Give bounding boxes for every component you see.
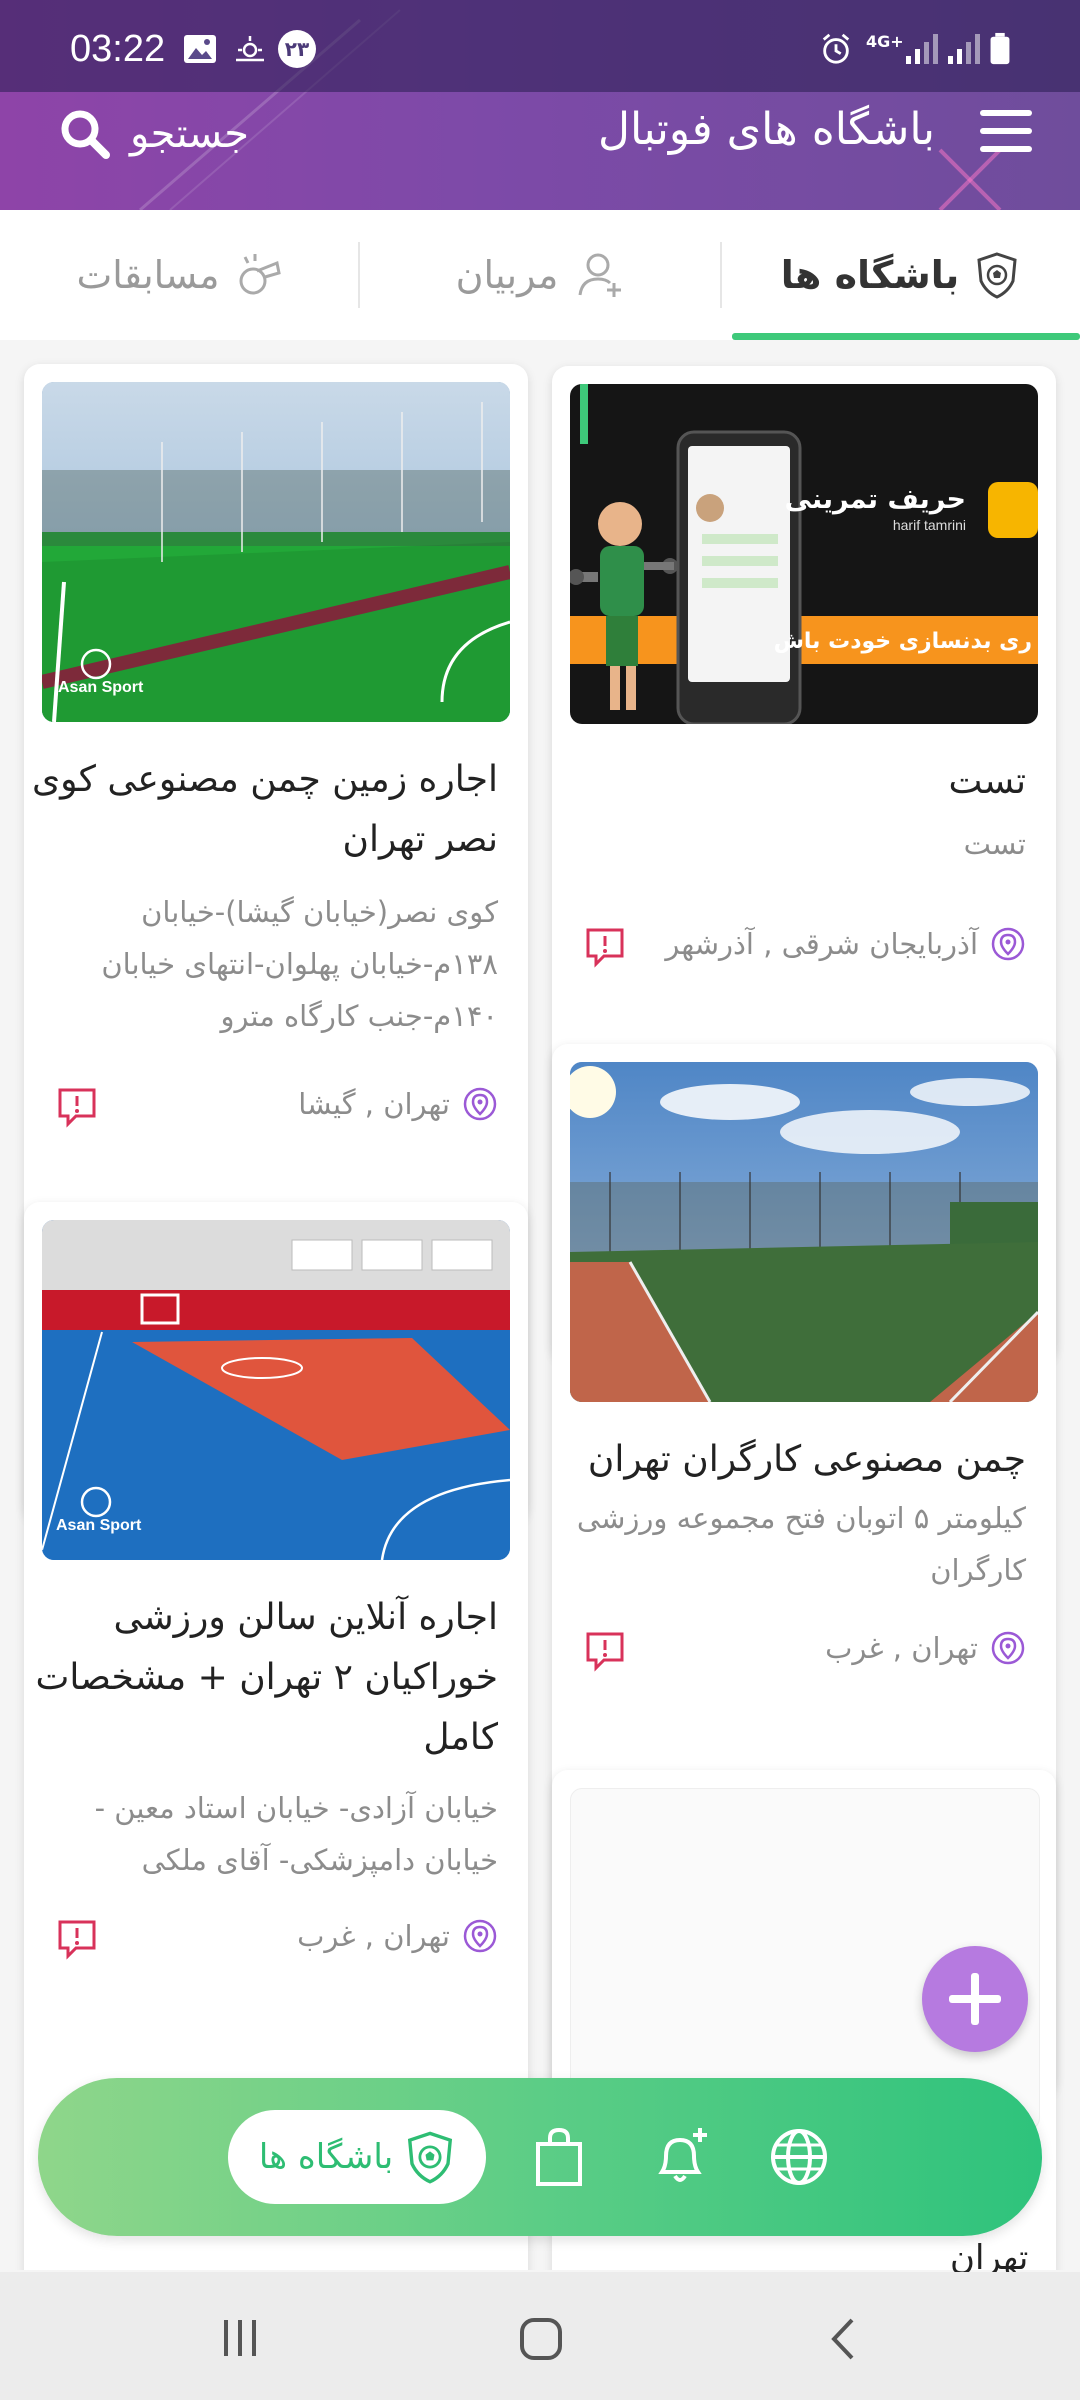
location-pin-icon <box>463 1919 497 1953</box>
watermark-text: Asan Sport <box>58 679 144 696</box>
club-title-line: اجاره زمین چمن مصنوعی کوی <box>31 759 498 800</box>
battery-icon <box>990 32 1010 65</box>
app-header: 03:22 ۲۳ 4G+ باشگاه های فوتبال جستجو <box>0 0 1080 210</box>
signal-icon <box>906 34 938 64</box>
club-title: تست <box>948 761 1026 802</box>
club-title: اجاره زمین چمن مصنوعی کوی نصر تهران <box>32 750 498 870</box>
gallery-icon <box>184 35 216 63</box>
club-image: Asan Sport <box>42 1220 510 1560</box>
club-title-line: اجاره آنلاین سالن ورزشی <box>113 1597 498 1638</box>
club-image: Asan Sport <box>42 382 510 722</box>
club-image: حریف تمرینی harif tamrini ری بدنسازی خود… <box>570 384 1038 724</box>
tab-competitions-label: مسابقات <box>76 253 220 297</box>
club-location-text: تهران , گیشا <box>298 1087 450 1121</box>
globe-icon[interactable] <box>766 2124 832 2190</box>
report-icon[interactable] <box>584 926 626 968</box>
club-description-line: کوی نصر(خیابان گیشا)-خیابان <box>141 895 498 929</box>
recent-apps-icon[interactable] <box>218 2316 262 2360</box>
tab-divider <box>358 242 360 308</box>
alarm-icon <box>822 33 850 64</box>
system-nav-bar <box>0 2272 1080 2400</box>
club-title: اجاره آنلاین سالن ورزشی خوراکیان ۲ تهران… <box>35 1588 498 1768</box>
whistle-icon <box>239 254 282 295</box>
tab-coaches-label: مربیان <box>455 253 559 297</box>
club-title-line: نصر تهران <box>342 819 498 860</box>
club-title-line: کامل <box>423 1717 498 1758</box>
ad-main-text: حریف تمرینی <box>785 484 966 515</box>
tab-clubs-label: باشگاه ها <box>780 253 960 297</box>
club-title: چمن مصنوعی کارگران تهران <box>587 1439 1026 1480</box>
bottom-nav: باشگاه ها <box>38 2078 1042 2236</box>
network-type: 4G+ <box>866 32 904 51</box>
club-location: تهران , گیشا <box>298 1086 498 1122</box>
club-location-text: تهران , غرب <box>297 1919 450 1953</box>
status-bar: 03:22 ۲۳ 4G+ <box>0 0 1080 92</box>
club-description: کوی نصر(خیابان گیشا)-خیابان ۱۳۸م-خیابان … <box>101 886 498 1042</box>
ad-banner-text: ری بدنسازی خودت باش <box>774 629 1032 654</box>
tab-clubs[interactable]: باشگاه ها <box>720 210 1080 340</box>
page-title: باشگاه های فوتبال <box>598 104 935 155</box>
tab-competitions[interactable]: مسابقات <box>0 210 360 340</box>
club-description-line: ۱۴۰م-جنب کارگاه مترو <box>220 999 498 1033</box>
signal-2-icon <box>948 34 980 64</box>
club-location-text: آذربایجان شرقی , آذرشهر <box>665 927 978 961</box>
club-description-line: خیابان آزادی- خیابان استاد معین - <box>94 1791 498 1825</box>
notification-badge: ۲۳ <box>278 30 316 68</box>
search-icon <box>61 110 110 159</box>
club-description: کیلومتر ۵ اتوبان فتح مجموعه ورزشی کارگرا… <box>577 1492 1026 1596</box>
menu-icon[interactable] <box>980 108 1032 156</box>
club-description-line: خیابان دامپزشکی- آقای ملکی <box>141 1843 498 1877</box>
tab-bar: باشگاه ها مربیان مسابقات <box>0 210 1080 340</box>
tab-divider <box>720 242 722 308</box>
club-description: تست <box>963 827 1026 861</box>
watermark-text: Asan Sport <box>56 1517 142 1534</box>
club-location: آذربایجان شرقی , آذرشهر <box>665 926 1026 962</box>
club-title-line: خوراکیان ۲ تهران + مشخصات <box>35 1657 498 1698</box>
add-user-icon <box>578 253 622 297</box>
weather-icon <box>236 36 264 62</box>
nav-clubs[interactable]: باشگاه ها <box>228 2110 486 2204</box>
location-pin-icon <box>991 927 1025 961</box>
club-location-text: تهران , غرب <box>825 1631 978 1665</box>
club-description: خیابان آزادی- خیابان استاد معین - خیابان… <box>95 1782 498 1886</box>
search-button[interactable]: جستجو <box>58 104 249 164</box>
club-description-line: کیلومتر ۵ اتوبان فتح مجموعه ورزشی <box>576 1501 1026 1535</box>
home-icon[interactable] <box>518 2316 564 2362</box>
tab-coaches[interactable]: مربیان <box>360 210 720 340</box>
clubs-grid[interactable]: حریف تمرینی harif tamrini ری بدنسازی خود… <box>0 340 1080 2270</box>
status-time: 03:22 <box>70 28 166 70</box>
club-location: تهران , غرب <box>297 1918 498 1954</box>
shield-icon <box>977 252 1017 299</box>
add-club-button[interactable] <box>922 1946 1028 2052</box>
club-image <box>570 1062 1038 1402</box>
club-description-line: ۱۳۸م-خیابان پهلوان-انتهای خیابان <box>101 947 498 981</box>
club-location: تهران , غرب <box>825 1630 1026 1666</box>
report-icon[interactable] <box>56 1918 98 1960</box>
nav-clubs-label: باشگاه ها <box>258 2137 394 2177</box>
location-pin-icon <box>463 1087 497 1121</box>
shield-icon <box>408 2131 453 2184</box>
report-icon[interactable] <box>56 1086 98 1128</box>
search-label: جستجو <box>130 111 249 157</box>
report-icon[interactable] <box>584 1630 626 1672</box>
back-icon[interactable] <box>826 2316 862 2362</box>
ad-sub-text: harif tamrini <box>893 517 966 533</box>
location-pin-icon <box>991 1631 1025 1665</box>
club-description-line: کارگران <box>930 1553 1026 1587</box>
bell-plus-icon[interactable] <box>648 2124 714 2190</box>
shopping-bag-icon[interactable] <box>526 2124 592 2190</box>
